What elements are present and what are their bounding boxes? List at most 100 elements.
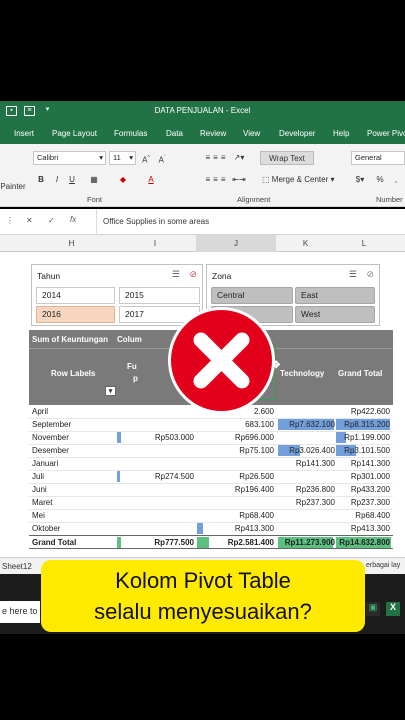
font-color-icon[interactable]: A <box>145 173 157 187</box>
tab-developer[interactable]: Developer <box>279 129 315 138</box>
cell-label: Juli <box>32 472 45 481</box>
function-icon[interactable]: fx <box>70 215 76 224</box>
sheet-tab-other[interactable]: erbagai lay <box>366 562 400 569</box>
slicer-item-west[interactable]: West <box>295 306 375 323</box>
slicer-item-central[interactable]: Central <box>211 287 293 304</box>
comma-icon[interactable]: , <box>390 173 402 187</box>
excel-icon[interactable]: X <box>386 602 400 616</box>
more-icon[interactable]: ⋮ <box>6 216 14 225</box>
tab-review[interactable]: Review <box>200 129 226 138</box>
taskbar-search[interactable]: e here to <box>0 601 40 623</box>
underline-button[interactable]: U <box>67 173 77 187</box>
orientation-icon[interactable]: ↗▾ <box>229 151 249 165</box>
increase-font-icon[interactable]: A^ <box>140 151 152 165</box>
chevron-down-icon: ▾ <box>99 153 103 162</box>
sheet-tab-active[interactable]: Sheet12 <box>2 562 32 571</box>
cell-label: Oktober <box>32 524 61 533</box>
databar <box>197 537 209 548</box>
table-row[interactable]: November Rp503.000 Rp696.000 Rp1.199.000 <box>29 431 393 445</box>
font-name-box[interactable]: Calibri ▾ <box>33 151 106 165</box>
merge-icon: ⬚ <box>262 175 272 184</box>
tab-view[interactable]: View <box>243 129 260 138</box>
app-icon[interactable]: ▣ <box>366 602 380 616</box>
table-row[interactable]: Juni Rp196.400 Rp236.800 Rp433.200 <box>29 483 393 497</box>
wrap-text-button[interactable]: Wrap Text <box>260 151 314 165</box>
tab-help[interactable]: Help <box>333 129 349 138</box>
indent-icon[interactable]: ⇤⇥ <box>229 173 249 187</box>
column-header-j[interactable]: J <box>196 235 276 252</box>
table-row[interactable]: Desember Rp75.100 Rp3.026.400 Rp3.101.500 <box>29 444 393 458</box>
title-bar: ▪ ≡ ▾ DATA PENJUALAN - Excel <box>0 101 405 122</box>
tab-power-pivot[interactable]: Power Pivot <box>367 129 405 138</box>
formula-input[interactable]: Office Supplies in some areas <box>103 217 209 226</box>
cell-j: Rp26.500 <box>239 472 274 481</box>
column-header-h[interactable]: H <box>29 239 114 248</box>
enter-icon[interactable]: ✓ <box>48 216 55 225</box>
multi-select-icon[interactable]: ☰ <box>172 269 180 280</box>
clear-filter-icon[interactable]: ⊘ <box>366 269 374 280</box>
tab-data[interactable]: Data <box>166 129 183 138</box>
slicer-item-2015[interactable]: 2015 <box>119 287 200 304</box>
caption-box: Kolom Pivot Table selalu menyesuaikan? <box>41 560 365 632</box>
cell-l: Rp413.300 <box>350 524 390 533</box>
group-alignment-label: Alignment <box>237 195 271 204</box>
italic-button[interactable]: I <box>52 173 62 187</box>
number-format-box[interactable]: General <box>351 151 405 165</box>
grand-total-label: Grand Total <box>32 538 77 547</box>
cell-label: April <box>32 407 49 416</box>
databar <box>117 432 121 443</box>
pivot-column-labels: Colum <box>117 335 142 344</box>
percent-button[interactable]: % <box>375 173 385 187</box>
window-title: DATA PENJUALAN - Excel <box>154 106 251 115</box>
merge-center-button[interactable]: ⬚ Merge & Center ▾ <box>262 173 346 187</box>
currency-icon[interactable]: $▾ <box>352 173 368 187</box>
cell-j: Rp696.000 <box>234 433 274 442</box>
tab-formulas[interactable]: Formulas <box>114 129 147 138</box>
column-header-i[interactable]: I <box>114 239 196 248</box>
ribbon: Painter Calibri ▾ 11 ▾ A^ Aˇ B I U ▦ ◆ A ≡… <box>0 144 405 207</box>
cell-l: Rp3.101.500 <box>344 446 390 455</box>
fill-color-icon[interactable]: ◆ <box>116 173 130 187</box>
grand-total-row[interactable]: Grand Total Rp777.500 Rp2.581.400 Rp11.2… <box>29 535 393 549</box>
cell-label: Desember <box>32 446 69 455</box>
column-header-k[interactable]: K <box>276 239 335 248</box>
pivot-title: Sum of Keuntungan <box>32 335 108 344</box>
tab-page-layout[interactable]: Page Layout <box>52 129 97 138</box>
column-header-l[interactable]: L <box>335 239 393 248</box>
cell-l: Rp422.600 <box>350 407 390 416</box>
slicer-tahun-header: Tahun <box>37 271 61 281</box>
slicer-item-east[interactable]: East <box>295 287 375 304</box>
slicer-item-2016[interactable]: 2016 <box>36 306 115 323</box>
multi-select-icon[interactable]: ☰ <box>349 269 357 280</box>
cell-l: Rp433.200 <box>350 485 390 494</box>
table-row[interactable]: Oktober Rp413.300 Rp413.300 <box>29 522 393 536</box>
font-size: 11 <box>113 153 121 162</box>
slicer-zona-header: Zona <box>212 271 232 281</box>
cell-label: September <box>32 420 72 429</box>
format-painter-label[interactable]: Painter <box>0 180 26 194</box>
table-row[interactable]: Maret Rp237.300 Rp237.300 <box>29 496 393 510</box>
cell-k: Rp141.300 <box>295 459 335 468</box>
cell-l: Rp68.400 <box>355 511 390 520</box>
table-row[interactable]: September 683.100 Rp7.632.100 Rp8.315.200 <box>29 418 393 432</box>
chevron-down-icon: ▾ <box>129 153 133 162</box>
databar <box>117 471 120 482</box>
table-row[interactable]: Juli Rp274.500 Rp26.500 Rp301.000 <box>29 470 393 484</box>
font-size-box[interactable]: 11 ▾ <box>109 151 136 165</box>
clear-filter-icon[interactable]: ⊘ <box>189 269 197 280</box>
grand-total-total: Rp14.632.800 <box>339 538 390 547</box>
table-row[interactable]: Mei Rp68.400 Rp68.400 <box>29 509 393 523</box>
cell-l: Rp237.300 <box>350 498 390 507</box>
cell-j: Rp413.300 <box>234 524 274 533</box>
bold-button[interactable]: B <box>36 173 46 187</box>
databar <box>197 523 203 534</box>
borders-icon[interactable]: ▦ <box>88 173 100 187</box>
cell-k: Rp7.632.100 <box>289 420 335 429</box>
decrease-font-icon[interactable]: Aˇ <box>156 151 168 165</box>
filter-dropdown-icon[interactable]: ▾ <box>105 386 116 396</box>
slicer-item-2014[interactable]: 2014 <box>36 287 115 304</box>
table-row[interactable]: Januari Rp141.300 Rp141.300 <box>29 457 393 471</box>
cancel-icon[interactable]: ✕ <box>26 216 33 225</box>
red-x-icon <box>168 307 275 414</box>
tab-insert[interactable]: Insert <box>14 129 34 138</box>
